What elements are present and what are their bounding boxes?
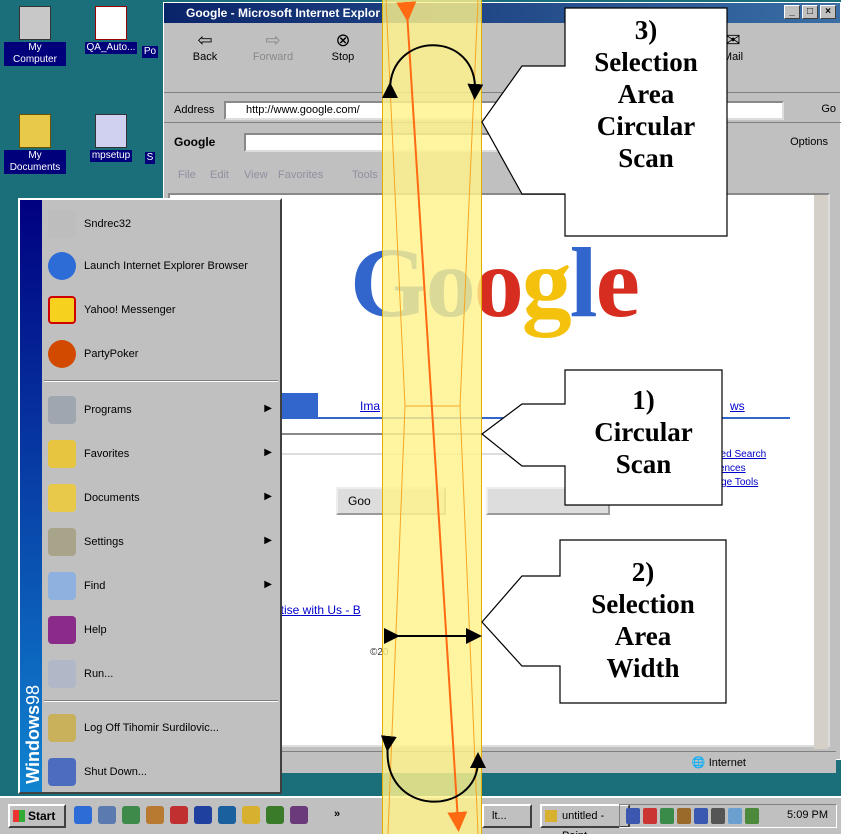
callout-selection-area-circular-scan: 3) Selection Area Circular Scan [594, 15, 698, 173]
callout-selection-area-width: 2) Selection Area Width [591, 557, 695, 683]
callout-circular-scan: 1) Circular Scan [594, 385, 693, 479]
